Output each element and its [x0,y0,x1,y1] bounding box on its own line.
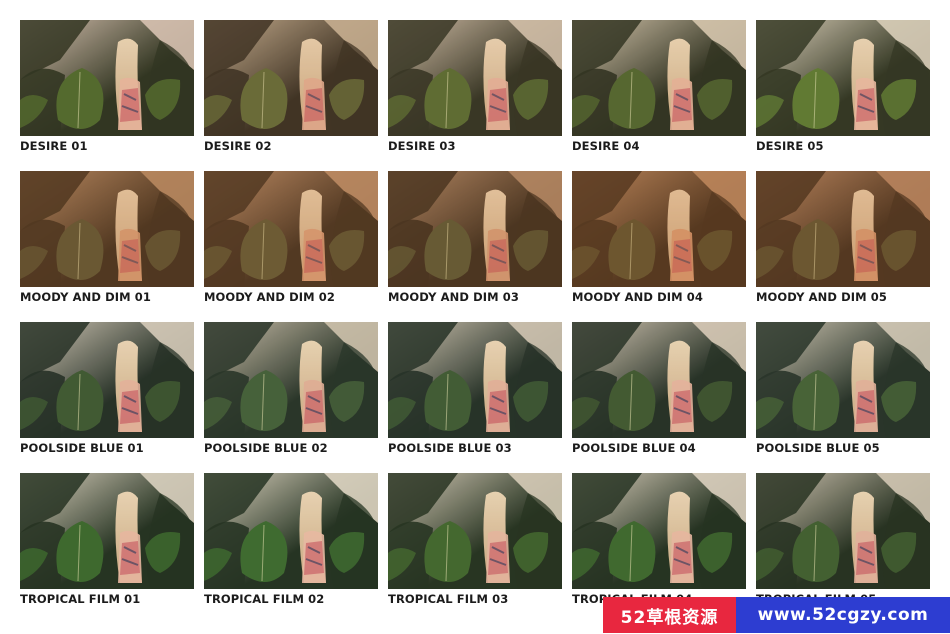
preset-tile[interactable]: DESIRE 01 [20,20,194,153]
preset-thumbnail[interactable] [756,171,930,287]
preset-thumbnail[interactable] [20,20,194,136]
preset-tile[interactable]: POOLSIDE BLUE 05 [756,322,930,455]
preset-photo [756,473,930,589]
preset-photo [20,20,194,136]
preset-tile[interactable]: TROPICAL FILM 02 [204,473,378,606]
preset-tile[interactable]: POOLSIDE BLUE 03 [388,322,562,455]
preset-name: MOODY AND DIM 01 [20,290,151,304]
preset-name: DESIRE 03 [388,139,456,153]
preset-name: TROPICAL FILM 02 [204,592,325,606]
preset-tile[interactable]: MOODY AND DIM 02 [204,171,378,304]
preset-name: DESIRE 02 [204,139,272,153]
preset-thumbnail[interactable] [756,322,930,438]
preset-photo [572,473,746,589]
preset-tile[interactable]: POOLSIDE BLUE 04 [572,322,746,455]
preset-name: POOLSIDE BLUE 05 [756,441,880,455]
preset-photo [756,322,930,438]
preset-name: MOODY AND DIM 05 [756,290,887,304]
preset-name: POOLSIDE BLUE 04 [572,441,696,455]
preset-photo [572,322,746,438]
preset-thumbnail[interactable] [20,171,194,287]
preset-thumbnail[interactable] [388,171,562,287]
preset-thumbnail[interactable] [388,20,562,136]
preset-tile[interactable]: MOODY AND DIM 05 [756,171,930,304]
preset-tile[interactable]: POOLSIDE BLUE 02 [204,322,378,455]
preset-thumbnail[interactable] [572,322,746,438]
preset-name: MOODY AND DIM 02 [204,290,335,304]
preset-photo [756,20,930,136]
preset-photo [572,20,746,136]
preset-thumbnail[interactable] [20,322,194,438]
watermark-banner: 52草根资源 www.52cgzy.com [603,597,950,633]
preset-thumbnail[interactable] [388,473,562,589]
preset-tile[interactable]: DESIRE 05 [756,20,930,153]
preset-photo [204,322,378,438]
preset-tile[interactable]: TROPICAL FILM 04 [572,473,746,606]
preset-tile[interactable]: TROPICAL FILM 05 [756,473,930,606]
preset-tile[interactable]: MOODY AND DIM 04 [572,171,746,304]
preset-photo [388,20,562,136]
preset-thumbnail[interactable] [572,20,746,136]
preset-photo [388,322,562,438]
preset-photo [388,473,562,589]
preset-tile[interactable]: POOLSIDE BLUE 01 [20,322,194,455]
preset-name: POOLSIDE BLUE 03 [388,441,512,455]
preset-name: POOLSIDE BLUE 01 [20,441,144,455]
preset-tile[interactable]: MOODY AND DIM 01 [20,171,194,304]
preset-photo [20,171,194,287]
preset-thumbnail[interactable] [756,473,930,589]
preset-tile[interactable]: DESIRE 02 [204,20,378,153]
preset-photo [20,322,194,438]
preset-name: POOLSIDE BLUE 02 [204,441,328,455]
preset-grid: DESIRE 01 DESIRE 02 DESIRE 03 DESIRE 04 … [20,20,930,606]
preset-thumbnail[interactable] [204,473,378,589]
preset-thumbnail[interactable] [572,171,746,287]
watermark-url: www.52cgzy.com [736,597,950,633]
preset-thumbnail[interactable] [204,322,378,438]
preset-thumbnail[interactable] [388,322,562,438]
preset-tile[interactable]: DESIRE 03 [388,20,562,153]
preset-name: DESIRE 05 [756,139,824,153]
preset-photo [20,473,194,589]
preset-thumbnail[interactable] [204,20,378,136]
preset-thumbnail[interactable] [20,473,194,589]
preset-thumbnail[interactable] [572,473,746,589]
preset-photo [388,171,562,287]
preset-name: TROPICAL FILM 01 [20,592,141,606]
preset-name: TROPICAL FILM 03 [388,592,509,606]
preset-name: DESIRE 01 [20,139,88,153]
preset-photo [756,171,930,287]
preset-tile[interactable]: MOODY AND DIM 03 [388,171,562,304]
preset-name: MOODY AND DIM 03 [388,290,519,304]
preset-photo [204,20,378,136]
preset-tile[interactable]: TROPICAL FILM 03 [388,473,562,606]
preset-photo [204,171,378,287]
preset-name: DESIRE 04 [572,139,640,153]
preset-name: MOODY AND DIM 04 [572,290,703,304]
preset-thumbnail[interactable] [756,20,930,136]
preset-tile[interactable]: DESIRE 04 [572,20,746,153]
preset-tile[interactable]: TROPICAL FILM 01 [20,473,194,606]
preset-thumbnail[interactable] [204,171,378,287]
preset-photo [572,171,746,287]
preset-photo [204,473,378,589]
watermark-brand: 52草根资源 [603,597,736,633]
